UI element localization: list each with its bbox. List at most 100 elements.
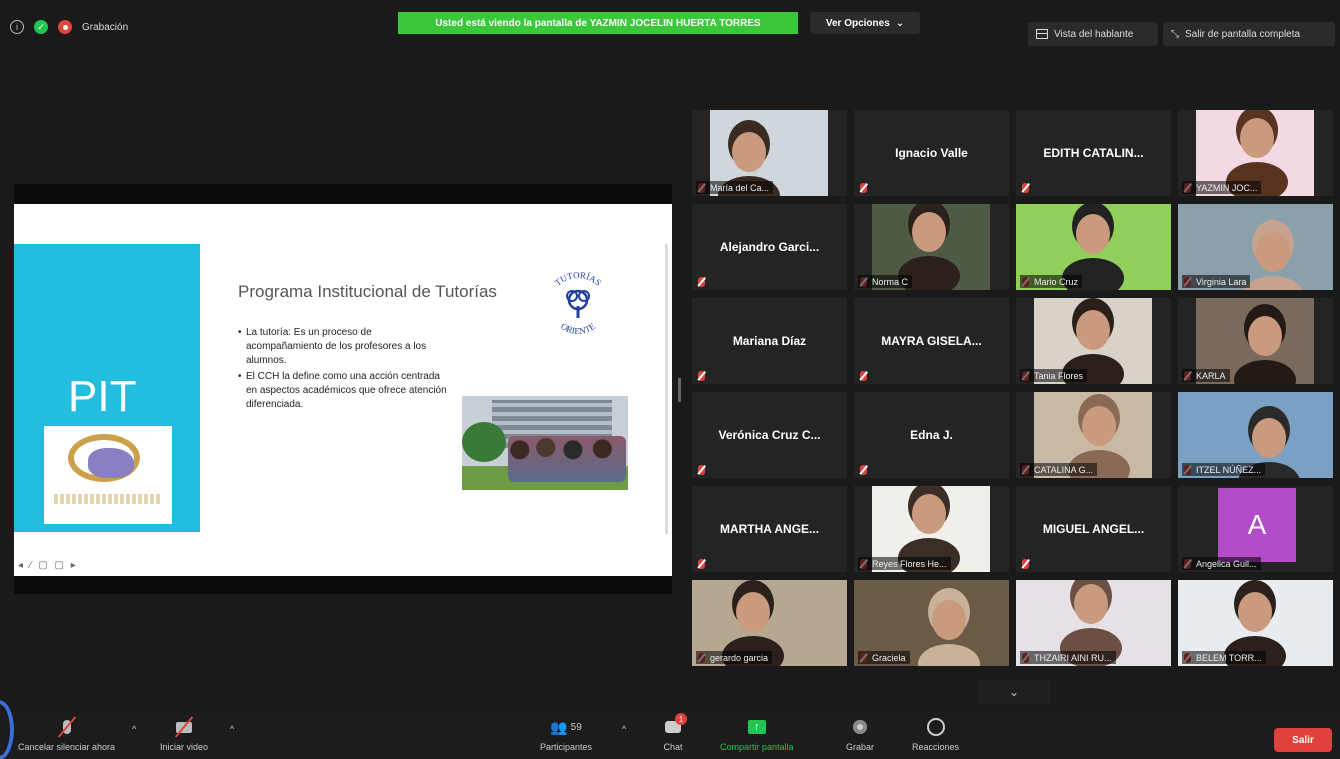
participant-tile[interactable]: THZAIRI AINI RU... xyxy=(1016,580,1171,666)
participant-face xyxy=(1082,406,1116,446)
participant-name-large: EDITH CATALIN... xyxy=(1043,146,1144,160)
participant-tile[interactable]: EDITH CATALIN... xyxy=(1016,110,1171,196)
slide-title: Programa Institucional de Tutorías xyxy=(238,282,497,301)
audio-options-caret[interactable]: ^ xyxy=(132,724,136,734)
participant-face xyxy=(1240,118,1274,158)
participant-tile[interactable]: Mario Cruz xyxy=(1016,204,1171,290)
record-label: Grabar xyxy=(846,742,875,752)
slide-side-panel: PIT xyxy=(14,244,200,532)
participant-body xyxy=(918,644,980,666)
participant-tile[interactable]: Reyes Flores He... xyxy=(854,486,1009,572)
participant-face xyxy=(1076,310,1110,350)
participant-face xyxy=(1076,214,1110,254)
participant-tile[interactable]: MAYRA GISELA... xyxy=(854,298,1009,384)
microphone-muted-icon xyxy=(56,716,78,738)
participant-name-tag: BELEM TORR... xyxy=(1182,651,1266,664)
participant-name-tag: YAZMIN JOC... xyxy=(1182,181,1262,194)
muted-mic-icon xyxy=(860,465,867,475)
participant-name-tag: Angelica Guil... xyxy=(1182,557,1261,570)
participant-name-large: MAYRA GISELA... xyxy=(881,334,982,348)
participant-tile[interactable]: Edna J. xyxy=(854,392,1009,478)
participant-tile[interactable]: KARLA xyxy=(1178,298,1333,384)
reactions-icon xyxy=(925,716,947,738)
exit-fullscreen-icon: ⤡ xyxy=(1171,28,1179,40)
participant-tile[interactable]: YAZMIN JOC... xyxy=(1178,110,1333,196)
leave-meeting-button[interactable]: Salir xyxy=(1274,728,1332,752)
participant-name-tag: Virginia Lara xyxy=(1182,275,1251,288)
participant-tile[interactable]: MIGUEL ANGEL... xyxy=(1016,486,1171,572)
participant-face xyxy=(912,494,946,534)
participant-name-tag: CATALINA G... xyxy=(1020,463,1098,476)
chat-button[interactable]: 1 Chat xyxy=(662,713,687,752)
unmute-label: Cancelar silenciar ahora xyxy=(18,742,116,752)
exit-fullscreen-button[interactable]: ⤡ Salir de pantalla completa xyxy=(1163,22,1335,46)
pit-logo xyxy=(44,426,172,524)
recording-icon xyxy=(58,20,72,34)
participant-name-large: Edna J. xyxy=(910,428,953,442)
chat-unread-badge: 1 xyxy=(675,713,687,725)
unmute-button[interactable]: Cancelar silenciar ahora xyxy=(18,716,115,752)
presentation-slide: PIT Programa Institucional de Tutorías T… xyxy=(14,204,672,576)
chat-label: Chat xyxy=(663,742,683,752)
share-screen-button[interactable]: Compartir pantalla xyxy=(720,716,794,752)
view-options-label: Ver Opciones xyxy=(825,17,890,29)
info-icon[interactable]: i xyxy=(10,20,24,34)
participant-tile[interactable]: gerardo garcia xyxy=(692,580,847,666)
participant-tile[interactable]: ITZEL NÚÑEZ... xyxy=(1178,392,1333,478)
participant-name-large: Ignacio Valle xyxy=(895,146,968,160)
start-video-button[interactable]: Iniciar video xyxy=(160,716,208,752)
svg-text:TUTORÍAS: TUTORÍAS xyxy=(553,270,603,288)
screen-share-banner: Usted está viendo la pantalla de YAZMIN … xyxy=(398,12,798,34)
meeting-status: i ✓ Grabación xyxy=(10,20,128,34)
participant-name-tag: Norma C xyxy=(858,275,913,288)
shield-icon[interactable]: ✓ xyxy=(34,20,48,34)
participant-tile[interactable]: María del Ca... xyxy=(692,110,847,196)
participant-tile[interactable]: Graciela xyxy=(854,580,1009,666)
slide-bullet: El CCH la define como una acción centrad… xyxy=(238,370,450,412)
muted-mic-icon xyxy=(860,183,867,193)
participant-tile[interactable]: A Angelica Guil... xyxy=(1178,486,1333,572)
view-options-button[interactable]: Ver Opciones ⌄ xyxy=(810,12,920,34)
chevron-down-icon: ⌄ xyxy=(895,17,905,29)
participant-tile[interactable]: Virginia Lara xyxy=(1178,204,1333,290)
video-options-caret[interactable]: ^ xyxy=(230,724,234,734)
slide-nav-controls[interactable]: ◂ ⁄ ▢ ▢ ▸ xyxy=(18,560,78,571)
slide-scrollbar[interactable] xyxy=(665,244,668,534)
participant-tile[interactable]: Tania Flores xyxy=(1016,298,1171,384)
reactions-button[interactable]: Reacciones xyxy=(912,716,959,752)
participant-name-tag: Graciela xyxy=(858,651,910,664)
slide-side-title: PIT xyxy=(68,372,137,421)
participant-face xyxy=(912,212,946,252)
speaker-view-button[interactable]: Vista del hablante xyxy=(1028,22,1158,46)
muted-mic-icon xyxy=(698,465,705,475)
gallery-collapse-button[interactable]: ⌄ xyxy=(978,680,1050,704)
muted-mic-icon xyxy=(1022,559,1029,569)
muted-mic-icon xyxy=(698,371,705,381)
participant-tile[interactable]: BELEM TORR... xyxy=(1178,580,1333,666)
participant-name-large: Mariana Díaz xyxy=(732,334,807,348)
participant-tile[interactable]: Ignacio Valle xyxy=(854,110,1009,196)
participant-tile[interactable]: MARTHA ANGE... xyxy=(692,486,847,572)
muted-mic-icon xyxy=(698,277,705,287)
participant-avatar: A xyxy=(1218,488,1296,562)
participants-button[interactable]: 👥 59 Participantes xyxy=(540,716,593,753)
participant-face xyxy=(1256,232,1290,272)
record-button[interactable]: Grabar xyxy=(846,716,874,752)
participant-gallery: María del Ca... Ignacio Valle EDITH CATALI… xyxy=(692,110,1340,672)
participant-name-tag: Mario Cruz xyxy=(1020,275,1083,288)
participant-name-tag: María del Ca... xyxy=(696,181,774,194)
participant-tile[interactable]: Verónica Cruz C... xyxy=(692,392,847,478)
participant-tile[interactable]: CATALINA G... xyxy=(1016,392,1171,478)
participant-face xyxy=(1248,316,1282,356)
split-drag-handle[interactable] xyxy=(678,378,681,402)
participants-options-caret[interactable]: ^ xyxy=(622,724,626,734)
participant-tile[interactable]: Norma C xyxy=(854,204,1009,290)
participant-face xyxy=(732,132,766,172)
participant-tile[interactable]: Mariana Díaz xyxy=(692,298,847,384)
speaker-view-icon xyxy=(1036,29,1048,39)
muted-mic-icon xyxy=(1022,183,1029,193)
participant-name-large: MIGUEL ANGEL... xyxy=(1042,522,1145,536)
participant-tile[interactable]: Alejandro Garci... xyxy=(692,204,847,290)
participant-body xyxy=(1234,360,1296,384)
participants-label: Participantes xyxy=(540,742,593,752)
